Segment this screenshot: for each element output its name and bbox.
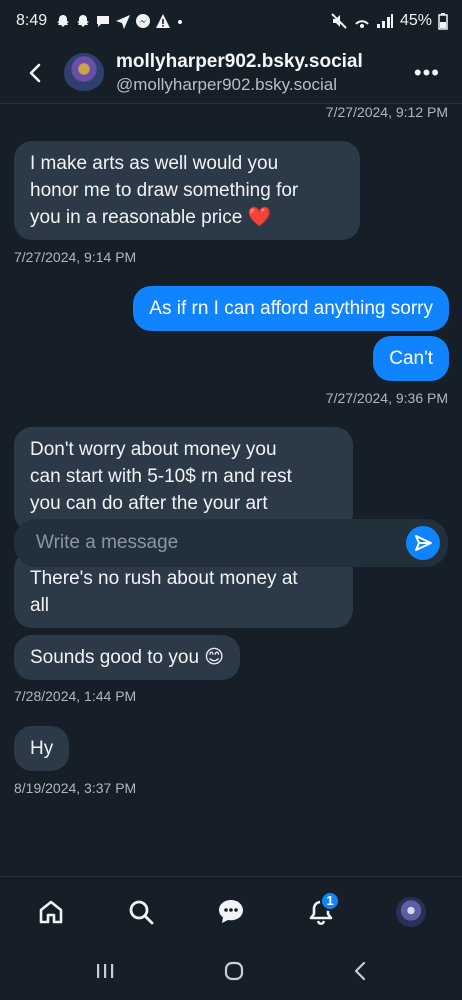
message-line: As if rn I can afford anything sorry xyxy=(149,298,433,319)
message-list[interactable]: 7/27/2024, 9:12 PM I make arts as well w… xyxy=(0,104,462,876)
status-time: 8:49 xyxy=(16,12,48,29)
message-timestamp: 7/28/2024, 1:44 PM xyxy=(14,688,137,704)
system-back-button[interactable] xyxy=(352,960,368,987)
send-icon xyxy=(116,15,131,29)
nav-search[interactable] xyxy=(116,887,166,937)
message-line: Sounds good to you 😊 xyxy=(30,647,225,668)
message-line: I make arts as well would you xyxy=(30,153,279,174)
home-circle-icon xyxy=(224,961,244,980)
mute-icon xyxy=(331,13,347,29)
alert-icon xyxy=(156,14,171,28)
message-line: you in a reasonable price ❤️ xyxy=(30,207,272,228)
more-options-button[interactable]: ••• xyxy=(414,60,440,86)
more-icon: ••• xyxy=(413,59,440,85)
signal-icon xyxy=(376,14,393,28)
contact-info[interactable]: mollyharper902.bsky.social @mollyharper9… xyxy=(116,51,363,95)
contact-handle: @mollyharper902.bsky.social xyxy=(116,74,338,94)
message-line: you can do after the your art xyxy=(30,493,268,514)
home-button[interactable] xyxy=(223,960,245,987)
snapchat-icon xyxy=(57,15,70,27)
message-line: There's no rush about money at xyxy=(30,568,298,589)
back-chevron-icon xyxy=(355,961,366,980)
status-right: 45% xyxy=(330,12,448,30)
message-line: can start with 5-10$ rn and rest xyxy=(30,466,292,487)
message-timestamp: 7/27/2024, 9:14 PM xyxy=(14,249,137,265)
incoming-message-bubble[interactable]: I make arts as well would you honor me t… xyxy=(14,141,360,240)
profile-avatar xyxy=(396,896,426,927)
contact-avatar[interactable] xyxy=(64,52,104,93)
message-line: Hy xyxy=(30,738,54,759)
message-line: Can't xyxy=(389,348,433,369)
message-timestamp: 7/27/2024, 9:12 PM xyxy=(325,104,448,120)
messenger-icon xyxy=(136,14,151,28)
chevron-left-icon xyxy=(29,63,41,82)
back-button[interactable] xyxy=(18,53,52,93)
chat-icon xyxy=(219,899,243,923)
battery-percentage: 45% xyxy=(399,12,432,29)
contact-display-name: mollyharper902.bsky.social xyxy=(116,50,363,72)
message-line: all xyxy=(30,595,50,616)
nav-notifications[interactable]: 1 xyxy=(296,887,346,937)
message-composer xyxy=(14,519,448,567)
message-line: Don't worry about money you xyxy=(30,439,277,460)
dm-screen: 8:49 45% mollyharper902.bsky.social @mol… xyxy=(0,0,462,1000)
search-icon xyxy=(129,900,154,924)
nav-profile[interactable] xyxy=(386,887,436,937)
message-timestamp: 7/27/2024, 9:36 PM xyxy=(325,390,448,406)
send-arrow-icon xyxy=(415,535,432,551)
battery-icon xyxy=(438,13,448,30)
message-line: honor me to draw something for xyxy=(30,180,299,201)
recent-apps-icon xyxy=(96,963,113,978)
incoming-message-bubble[interactable]: Sounds good to you 😊 xyxy=(14,635,241,680)
nav-home[interactable] xyxy=(26,887,76,937)
notification-badge: 1 xyxy=(320,890,340,911)
wifi-calling-icon xyxy=(355,20,369,28)
send-button[interactable] xyxy=(406,526,440,560)
home-icon xyxy=(39,900,63,923)
message-timestamp: 8/19/2024, 3:37 PM xyxy=(14,780,137,796)
snapchat-icon xyxy=(77,15,90,27)
outgoing-message-bubble[interactable]: Can't xyxy=(373,336,449,381)
outgoing-message-bubble[interactable]: As if rn I can afford anything sorry xyxy=(133,286,449,331)
status-bar: 8:49 45% xyxy=(0,0,462,42)
incoming-message-bubble[interactable]: Hy xyxy=(14,726,70,771)
system-navigation xyxy=(0,946,462,1000)
incoming-message-bubble[interactable]: Don't worry about money you can start wi… xyxy=(14,427,353,531)
nav-chat[interactable] xyxy=(206,887,256,937)
recent-apps-button[interactable] xyxy=(94,961,116,986)
message-input[interactable] xyxy=(36,532,406,554)
message-icon xyxy=(97,16,110,27)
notification-icons xyxy=(55,13,185,29)
bottom-navigation: 1 xyxy=(0,876,462,946)
dot-icon xyxy=(178,20,183,24)
conversation-header: mollyharper902.bsky.social @mollyharper9… xyxy=(0,42,462,104)
